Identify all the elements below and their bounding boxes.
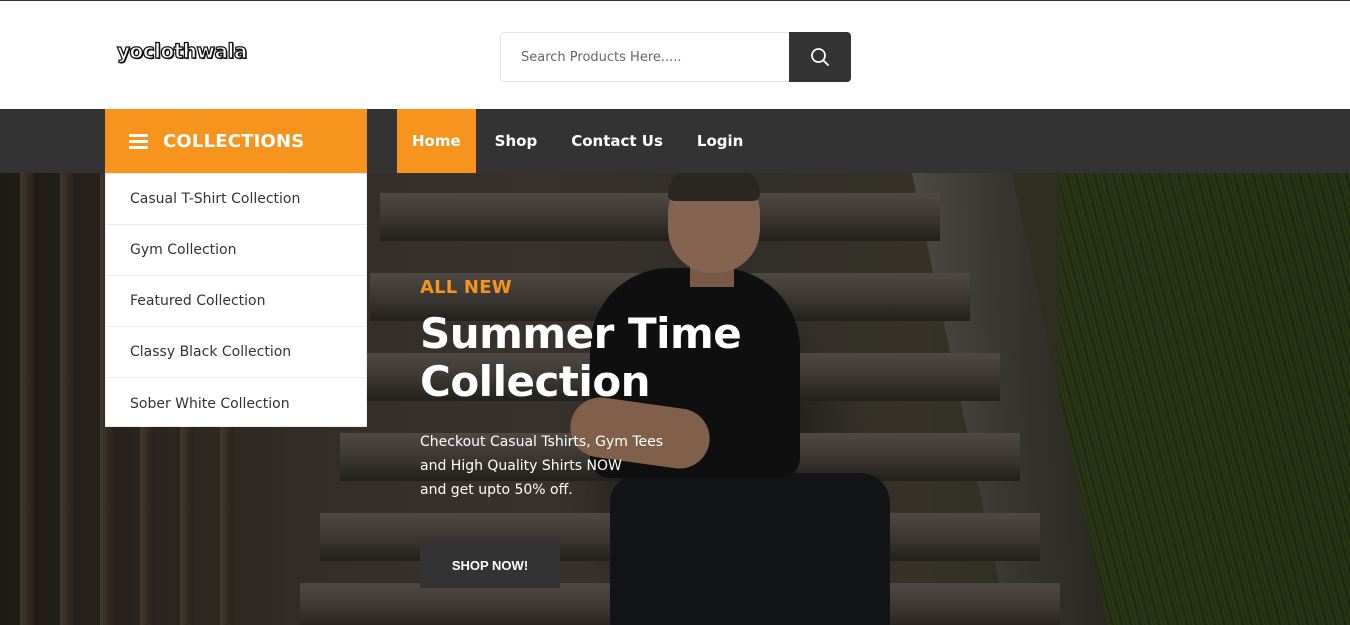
hero-description: Checkout Casual Tshirts, Gym Tees and Hi… <box>420 434 664 498</box>
search-button[interactable] <box>789 32 851 82</box>
hero-kicker: ALL NEW <box>420 277 512 298</box>
collection-item-sober-white[interactable]: Sober White Collection <box>106 378 366 429</box>
hero-title: Summer Time Collection <box>420 309 742 406</box>
collection-item-featured[interactable]: Featured Collection <box>106 276 366 327</box>
main-navbar: COLLECTIONS Home Shop Contact Us Login <box>0 109 1350 173</box>
hamburger-menu-icon <box>129 133 148 149</box>
nav-link-login[interactable]: Login <box>682 109 758 173</box>
collection-item-gym[interactable]: Gym Collection <box>106 225 366 276</box>
collections-dropdown: Casual T-Shirt Collection Gym Collection… <box>105 173 367 427</box>
collections-toggle-button[interactable]: COLLECTIONS <box>105 109 367 173</box>
collections-label: COLLECTIONS <box>163 130 305 152</box>
hero-text-block: ALL NEW Summer Time Collection Checkout … <box>420 277 840 502</box>
nav-links: Home Shop Contact Us Login <box>397 109 762 173</box>
collection-item-classy-black[interactable]: Classy Black Collection <box>106 327 366 378</box>
collection-item-casual-tshirt[interactable]: Casual T-Shirt Collection <box>106 174 366 225</box>
search-bar <box>500 32 851 82</box>
site-header: yoclothwala <box>0 1 1350 109</box>
site-logo[interactable]: yoclothwala <box>116 38 248 63</box>
nav-link-shop[interactable]: Shop <box>480 109 553 173</box>
nav-link-home[interactable]: Home <box>397 109 476 173</box>
shop-now-button[interactable]: SHOP NOW! <box>420 542 560 588</box>
search-icon <box>811 48 829 66</box>
search-input[interactable] <box>500 32 790 82</box>
nav-link-contact-us[interactable]: Contact Us <box>556 109 678 173</box>
